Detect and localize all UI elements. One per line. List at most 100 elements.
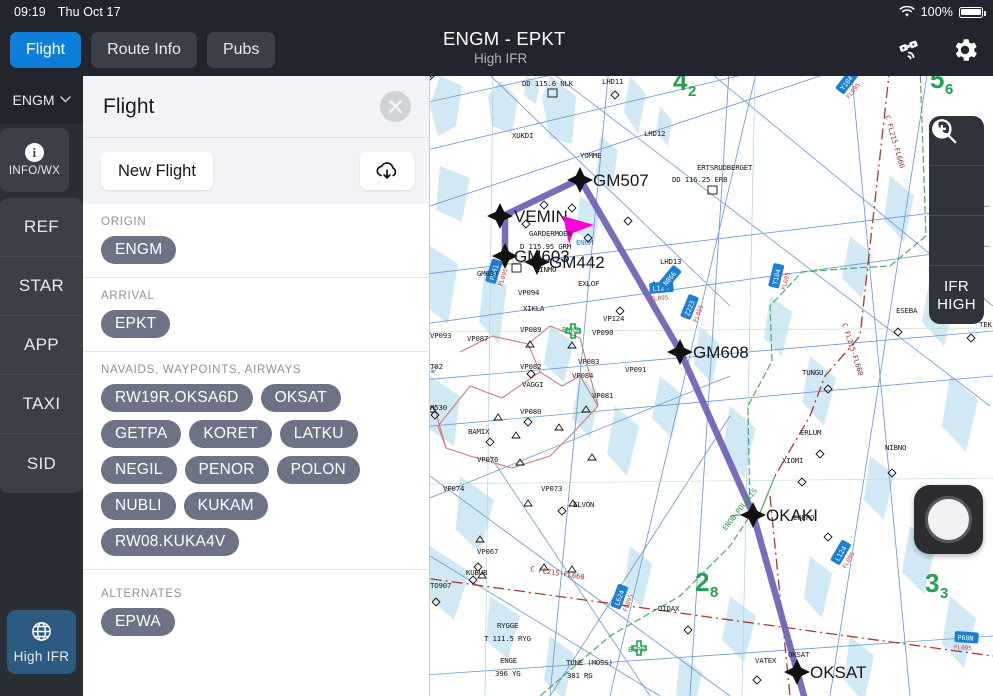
close-icon[interactable] [380,91,411,122]
moon-icon[interactable] [929,120,984,266]
chart-type-button[interactable]: IFR HIGH [929,266,984,324]
chart-type-line1: IFR [943,277,970,295]
chip-waypoint[interactable]: RW19R.OKSA6D [101,384,253,412]
compass-rose-icon[interactable] [914,485,983,554]
svg-text:MINMO: MINMO [535,265,557,274]
section-navaids-waypoints-airways: NAVAIDS, WAYPOINTS, AIRWAYS RW19R.OKSA6D… [83,352,429,570]
section-arrival: ARRIVAL EPKT [83,278,429,352]
svg-text:DD 115.6 NLK: DD 115.6 NLK [522,79,574,88]
new-flight-button[interactable]: New Flight [101,152,213,190]
svg-text:ENKJ: ENKJ [562,325,579,334]
satellite-icon[interactable] [895,34,927,66]
waypoint-label-oksat: OKSAT [810,663,866,682]
tab-route-info[interactable]: Route Info [91,32,197,68]
svg-text:VP084: VP084 [572,371,594,380]
sidebar-item-label: INFO/WX [8,165,61,177]
svg-text:ENGE: ENGE [500,656,517,665]
svg-text:YOMME: YOMME [580,151,601,160]
chip-waypoint[interactable]: PENOR [184,456,269,484]
chip-waypoint[interactable]: RW08.KUKA4V [101,528,240,556]
chip-waypoint[interactable]: GETPA [101,420,182,448]
status-bar: 09:19 Thu Oct 17 100% [0,0,993,24]
svg-text:VP090: VP090 [592,328,613,337]
svg-text:XIKLA: XIKLA [523,304,545,313]
svg-text:VAGGI: VAGGI [522,380,543,389]
svg-text:TO907: TO907 [430,581,451,590]
chip-alternate[interactable]: EPWA [101,608,175,636]
svg-text:8: 8 [710,584,718,601]
svg-text:VP083: VP083 [578,357,599,366]
status-time: 09:19 [14,5,46,19]
sidebar-item-ref[interactable]: REF [0,198,83,257]
zoom-out-icon[interactable] [929,119,984,216]
map-canvas[interactable]: GM507 VEMIN GM603 GM442 GM608 OKAKI OKSA… [430,76,993,696]
waypoint-label-vemin: VEMIN [514,207,568,226]
svg-text:ERLUM: ERLUM [800,428,822,437]
gear-icon[interactable] [949,34,981,66]
svg-text:TEK: TEK [979,320,992,329]
sidebar-item-sid[interactable]: SID [0,434,83,493]
svg-text:XUKDI: XUKDI [512,131,533,140]
svg-text:KUBUB: KUBUB [466,568,488,577]
svg-text:OKSAT: OKSAT [788,650,810,659]
svg-text:LHD13: LHD13 [660,257,681,266]
flight-panel: Flight New Flight ORIGIN ENGM ARRIVAL EP… [83,76,430,696]
svg-text:ESEBA: ESEBA [896,306,918,315]
toolbar-tabs: Flight Route Info Pubs [10,32,276,68]
svg-text:VP091: VP091 [625,365,646,374]
chip-waypoint[interactable]: POLON [276,456,360,484]
sidebar-item-info-wx[interactable]: i INFO/WX [0,128,69,192]
svg-text:VATEX: VATEX [755,656,777,665]
status-date: Thu Oct 17 [57,5,121,19]
svg-text:ENRK: ENRK [628,645,646,654]
svg-text:ELVON: ELVON [573,500,594,509]
svg-text:GARDERMOEN: GARDERMOEN [529,229,572,238]
chip-waypoint[interactable]: NUBLI [101,492,176,520]
section-label: ALTERNATES [101,588,183,600]
flight-panel-actions: New Flight [83,138,429,204]
svg-text:VP080: VP080 [520,407,541,416]
flight-panel-title: Flight [103,94,155,118]
sidebar-item-label: High IFR [13,649,70,664]
svg-text:D 115.95 GRM: D 115.95 GRM [520,242,572,251]
svg-text:DIDAX: DIDAX [658,604,680,613]
sidebar-item-taxi[interactable]: TAXI [0,375,83,434]
svg-text:VP074: VP074 [443,484,465,493]
chip-waypoint[interactable]: KORET [189,420,272,448]
tab-flight[interactable]: Flight [10,32,82,68]
svg-text:NIBNO: NIBNO [885,443,907,452]
svg-text:BAMIX: BAMIX [468,427,490,436]
tab-pubs[interactable]: Pubs [206,32,276,68]
svg-text:DD 116.25 ERB: DD 116.25 ERB [672,175,728,184]
svg-text:VP081: VP081 [592,391,613,400]
cloud-download-icon[interactable] [360,152,414,190]
flight-panel-header: Flight [83,76,429,138]
sidebar-airport-label: ENGM [12,92,55,108]
waypoint-label-gm442: GM442 [549,253,605,272]
svg-text:VP067: VP067 [477,547,498,556]
mea-value: 3 [925,568,939,598]
chip-waypoint[interactable]: LATKU [279,420,358,448]
mea-value: 5 [930,76,944,94]
sidebar-airport-selector[interactable]: ENGM [0,76,83,124]
svg-text:EXLOF: EXLOF [578,279,600,288]
chip-arrival[interactable]: EPKT [101,310,171,338]
sidebar-item-high-ifr[interactable]: High IFR [7,610,76,674]
svg-text:VP073: VP073 [541,484,562,493]
battery-percent: 100% [920,5,953,19]
chip-waypoint[interactable]: KUKAM [183,492,268,520]
sidebar-item-star[interactable]: STAR [0,257,83,316]
mea-value: 4 [673,76,688,96]
section-label: ORIGIN [101,216,147,228]
svg-text:3: 3 [940,585,948,602]
section-label: ARRIVAL [101,290,155,302]
svg-text:LHD12: LHD12 [644,129,665,138]
svg-text:VP076: VP076 [477,455,498,464]
chip-waypoint[interactable]: OKSAT [260,384,341,412]
chip-waypoint[interactable]: NEGIL [101,456,177,484]
chevron-down-icon [59,95,71,106]
svg-text:ERTSRUDBERGET: ERTSRUDBERGET [697,163,753,172]
wifi-icon [899,5,915,18]
sidebar-item-app[interactable]: APP [0,316,83,375]
chip-origin[interactable]: ENGM [101,236,177,264]
